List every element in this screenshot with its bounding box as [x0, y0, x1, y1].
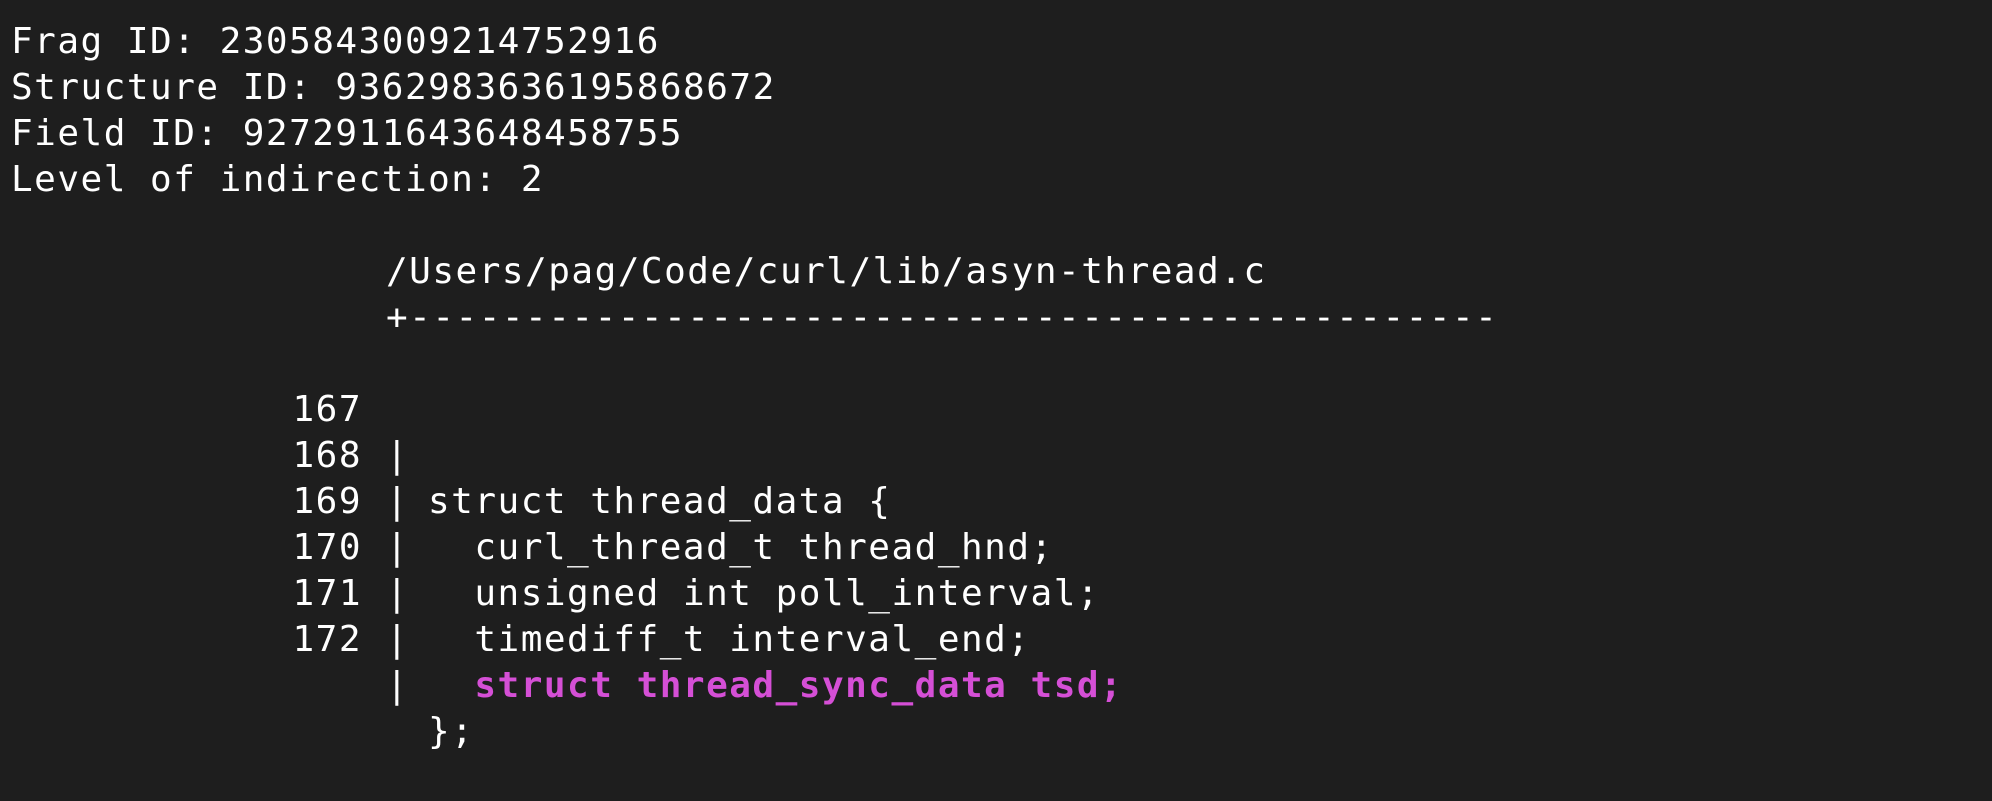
code-line-172: 172 | };: [0, 571, 472, 752]
frag-id-line: Frag ID: 2305843009214752916: [11, 21, 660, 62]
code-line-169: 169 | unsigned int poll_interval;: [0, 433, 1098, 614]
field-id-line: Field ID: 9272911643648458755: [11, 113, 684, 154]
gutter-bar: |: [386, 619, 410, 660]
code-text: };: [428, 711, 475, 752]
gutter-bar: |: [386, 435, 410, 476]
source-file-path: /Users/pag/Code/curl/lib/asyn-thread.c: [386, 251, 1267, 292]
code-line-167: 167 | struct thread_data {: [0, 341, 890, 522]
code-text: curl_thread_t thread_hnd;: [428, 527, 1054, 568]
line-number: 171: [292, 573, 362, 614]
level-of-indirection-line: Level of indirection: 2: [11, 159, 544, 200]
line-number: 167: [292, 389, 362, 430]
code-text: struct thread_data {: [428, 481, 892, 522]
code-line-171-highlighted: 171 | struct thread_sync_data tsd;: [0, 525, 1121, 706]
terminal-output: Frag ID: 2305843009214752916 Structure I…: [0, 0, 1992, 752]
line-number: 172: [292, 619, 362, 660]
highlighted-field-text: struct thread_sync_data tsd;: [428, 665, 1124, 706]
code-line-168: 168 | curl_thread_t thread_hnd;: [0, 387, 1052, 568]
line-number: 168: [292, 435, 362, 476]
gutter-bar: |: [386, 573, 410, 614]
gutter-bar: |: [386, 481, 410, 522]
line-number: 169: [292, 481, 362, 522]
code-text: unsigned int poll_interval;: [428, 573, 1101, 614]
code-line-170: 170 | timediff_t interval_end;: [0, 479, 1029, 660]
listing-separator: +---------------------------------------…: [386, 297, 1499, 338]
code-text: timediff_t interval_end;: [428, 619, 1031, 660]
gutter-bar: |: [386, 527, 410, 568]
line-number: 170: [292, 527, 362, 568]
gutter-bar: |: [386, 665, 410, 706]
structure-id-line: Structure ID: 9362983636195868672: [11, 67, 776, 108]
